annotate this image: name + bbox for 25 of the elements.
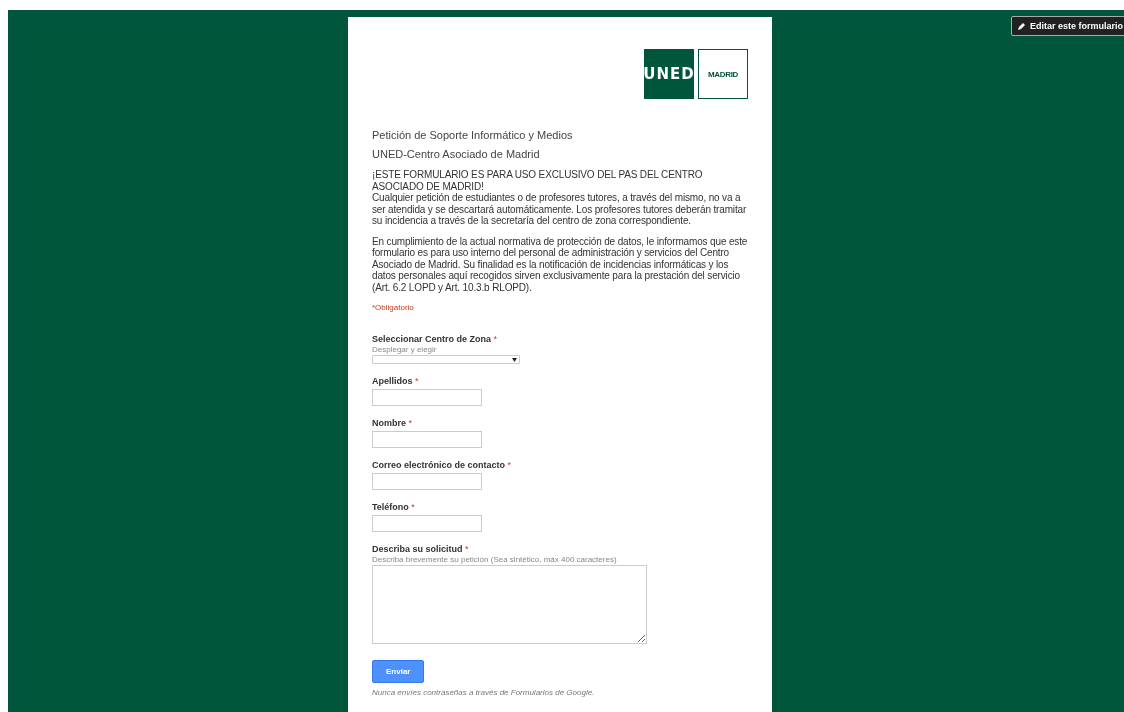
edit-form-button[interactable]: Editar este formulario: [1010, 16, 1124, 36]
field-label: Teléfono *: [372, 502, 416, 512]
footer-note: Nunca envíes contraseñas a través de Formularios de Google.: [372, 688, 596, 697]
input-field[interactable]: [372, 515, 482, 532]
field-label: Seleccionar Centro de Zona *: [372, 334, 499, 344]
field-label: Apellidos *: [372, 376, 420, 386]
dropdown-field[interactable]: [372, 355, 520, 364]
field-label: Nombre *: [372, 418, 414, 428]
description-paragraph: ¡ESTE FORMULARIO ES PARA USO EXCLUSIVO DEL PAS DEL CENTRO ASOCIADO DE MADRID! Cualquier petición de estudiantes o de profesores tutores, a través del mismo, no va a ser atendida y se descartará automáticamente. Los profesores tutores deberán tramitar su incidencia a través de la secretaría del centro de zona correspondiente.: [372, 169, 748, 227]
pencil-icon: [1017, 22, 1026, 30]
input-field[interactable]: [372, 389, 482, 406]
input-field[interactable]: [372, 431, 482, 448]
logo-label: MADRID: [698, 49, 748, 99]
description-paragraph: En cumplimiento de la actual normativa de protección de datos, le informamos que este formulario es para uso interno del personal de administración y servicios del Centro Asociado de Madrid. Su finalidad es la notificación de incidencias informáticas y los datos personales aquí recogidos sirven exclusivamente para la prestación del servicio (Art. 6.2 LOPD y Art. 10.3.b RLOPD).: [372, 235, 748, 293]
field-help: Describa brevemente su petición (Sea sintético, máx 400 caracteres): [372, 555, 618, 564]
required-note: *Obligatorio: [372, 303, 415, 312]
text-area[interactable]: [372, 565, 647, 644]
form-title: Petición de Soporte Informático y Medios: [372, 129, 574, 141]
input-field[interactable]: [372, 473, 482, 490]
logo-mark: UNED: [644, 49, 694, 99]
form-subtitle: UNED-Centro Asociado de Madrid: [372, 148, 541, 160]
field-label: Correo electrónico de contacto *: [372, 460, 513, 470]
field-help: Desplegar y elegir: [372, 345, 438, 354]
field-label: Describa su solicitud *: [372, 544, 470, 554]
caret-icon: [512, 357, 517, 362]
